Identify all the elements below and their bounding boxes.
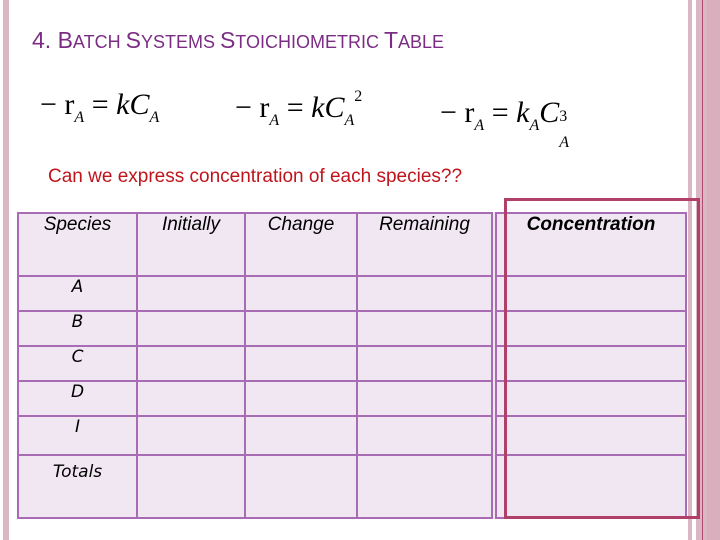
cell-change bbox=[244, 454, 358, 519]
cell-concentration bbox=[493, 345, 687, 382]
eq1-c: C bbox=[129, 88, 150, 121]
equation-third-order: − rA = kAC 3 A bbox=[440, 96, 571, 151]
eq3-power: 3 bbox=[559, 108, 568, 125]
eq2-k: k bbox=[311, 91, 325, 124]
eq2-equals: = bbox=[279, 91, 312, 124]
cell-remaining bbox=[356, 345, 497, 382]
header-species: Species bbox=[17, 212, 138, 277]
eq2-lhs: − r bbox=[235, 91, 270, 124]
eq3-lhs-sub: A bbox=[474, 117, 485, 134]
title-cap-2: S bbox=[125, 27, 141, 53]
eq1-k: k bbox=[116, 88, 130, 121]
question-text: Can we express concentration of each spe… bbox=[48, 166, 463, 187]
header-concentration: Concentration bbox=[493, 212, 687, 277]
right-decorative-line bbox=[702, 0, 703, 540]
table-row: I bbox=[17, 415, 687, 456]
slide-title: 4. BATCH SYSTEMS STOICHIOMETRIC TABLE bbox=[32, 27, 444, 54]
table-row-totals: Totals bbox=[17, 454, 687, 519]
cell-species: B bbox=[17, 310, 138, 347]
cell-species: D bbox=[17, 380, 138, 417]
title-sc-4: ABLE bbox=[398, 32, 445, 52]
equation-first-order: − rA = kCA bbox=[40, 88, 159, 127]
right-decorative-band-dark bbox=[707, 0, 720, 540]
right-decorative-stripe-thin bbox=[688, 0, 692, 540]
table-row: A bbox=[17, 275, 687, 312]
eq1-equals: = bbox=[84, 88, 117, 121]
table-row: C bbox=[17, 345, 687, 382]
cell-species: I bbox=[17, 415, 138, 456]
cell-remaining bbox=[356, 415, 497, 456]
eq2-lhs-sub: A bbox=[269, 112, 280, 129]
header-change: Change bbox=[244, 212, 358, 277]
title-sc-2: YSTEMS bbox=[140, 32, 220, 52]
title-cap-4: T bbox=[383, 27, 399, 53]
cell-concentration bbox=[493, 454, 687, 519]
cell-remaining bbox=[356, 454, 497, 519]
cell-remaining bbox=[356, 310, 497, 347]
cell-initially bbox=[136, 454, 246, 519]
cell-species: C bbox=[17, 345, 138, 382]
title-cap-1: 4. B bbox=[32, 27, 73, 53]
eq3-c-sub: A bbox=[559, 134, 570, 151]
cell-change bbox=[244, 415, 358, 456]
cell-initially bbox=[136, 310, 246, 347]
eq1-c-sub: A bbox=[149, 109, 160, 126]
eq2-c: C bbox=[324, 91, 345, 124]
cell-change bbox=[244, 345, 358, 382]
cell-species: Totals bbox=[17, 454, 138, 519]
stoichiometric-table: Species Initially Change Remaining Conce… bbox=[17, 212, 687, 519]
eq2-c-sub: A bbox=[344, 112, 355, 129]
cell-concentration bbox=[493, 380, 687, 417]
cell-change bbox=[244, 380, 358, 417]
cell-remaining bbox=[356, 275, 497, 312]
eq2-power: 2 bbox=[354, 88, 363, 105]
eq3-k: k bbox=[516, 96, 530, 129]
cell-remaining bbox=[356, 380, 497, 417]
header-initially: Initially bbox=[136, 212, 246, 277]
header-remaining: Remaining bbox=[356, 212, 497, 277]
left-decorative-stripe bbox=[3, 0, 9, 540]
eq1-lhs: − r bbox=[40, 88, 75, 121]
eq3-equals: = bbox=[484, 96, 517, 129]
cell-concentration bbox=[493, 415, 687, 456]
equation-second-order: − rA = kCA2 bbox=[235, 88, 362, 130]
cell-initially bbox=[136, 275, 246, 312]
eq3-c: C bbox=[539, 96, 560, 129]
title-cap-3: S bbox=[219, 27, 236, 53]
table-header-row: Species Initially Change Remaining Conce… bbox=[17, 212, 687, 277]
cell-change bbox=[244, 310, 358, 347]
table-row: D bbox=[17, 380, 687, 417]
title-sc-1: ATCH bbox=[72, 32, 126, 52]
eq1-lhs-sub: A bbox=[74, 109, 85, 126]
cell-change bbox=[244, 275, 358, 312]
cell-species: A bbox=[17, 275, 138, 312]
cell-concentration bbox=[493, 275, 687, 312]
table-row: B bbox=[17, 310, 687, 347]
cell-initially bbox=[136, 415, 246, 456]
cell-concentration bbox=[493, 310, 687, 347]
title-sc-3: TOICHIOMETRIC bbox=[235, 32, 384, 52]
eq3-k-sub: A bbox=[529, 117, 540, 134]
eq3-lhs: − r bbox=[440, 96, 475, 129]
cell-initially bbox=[136, 380, 246, 417]
cell-initially bbox=[136, 345, 246, 382]
